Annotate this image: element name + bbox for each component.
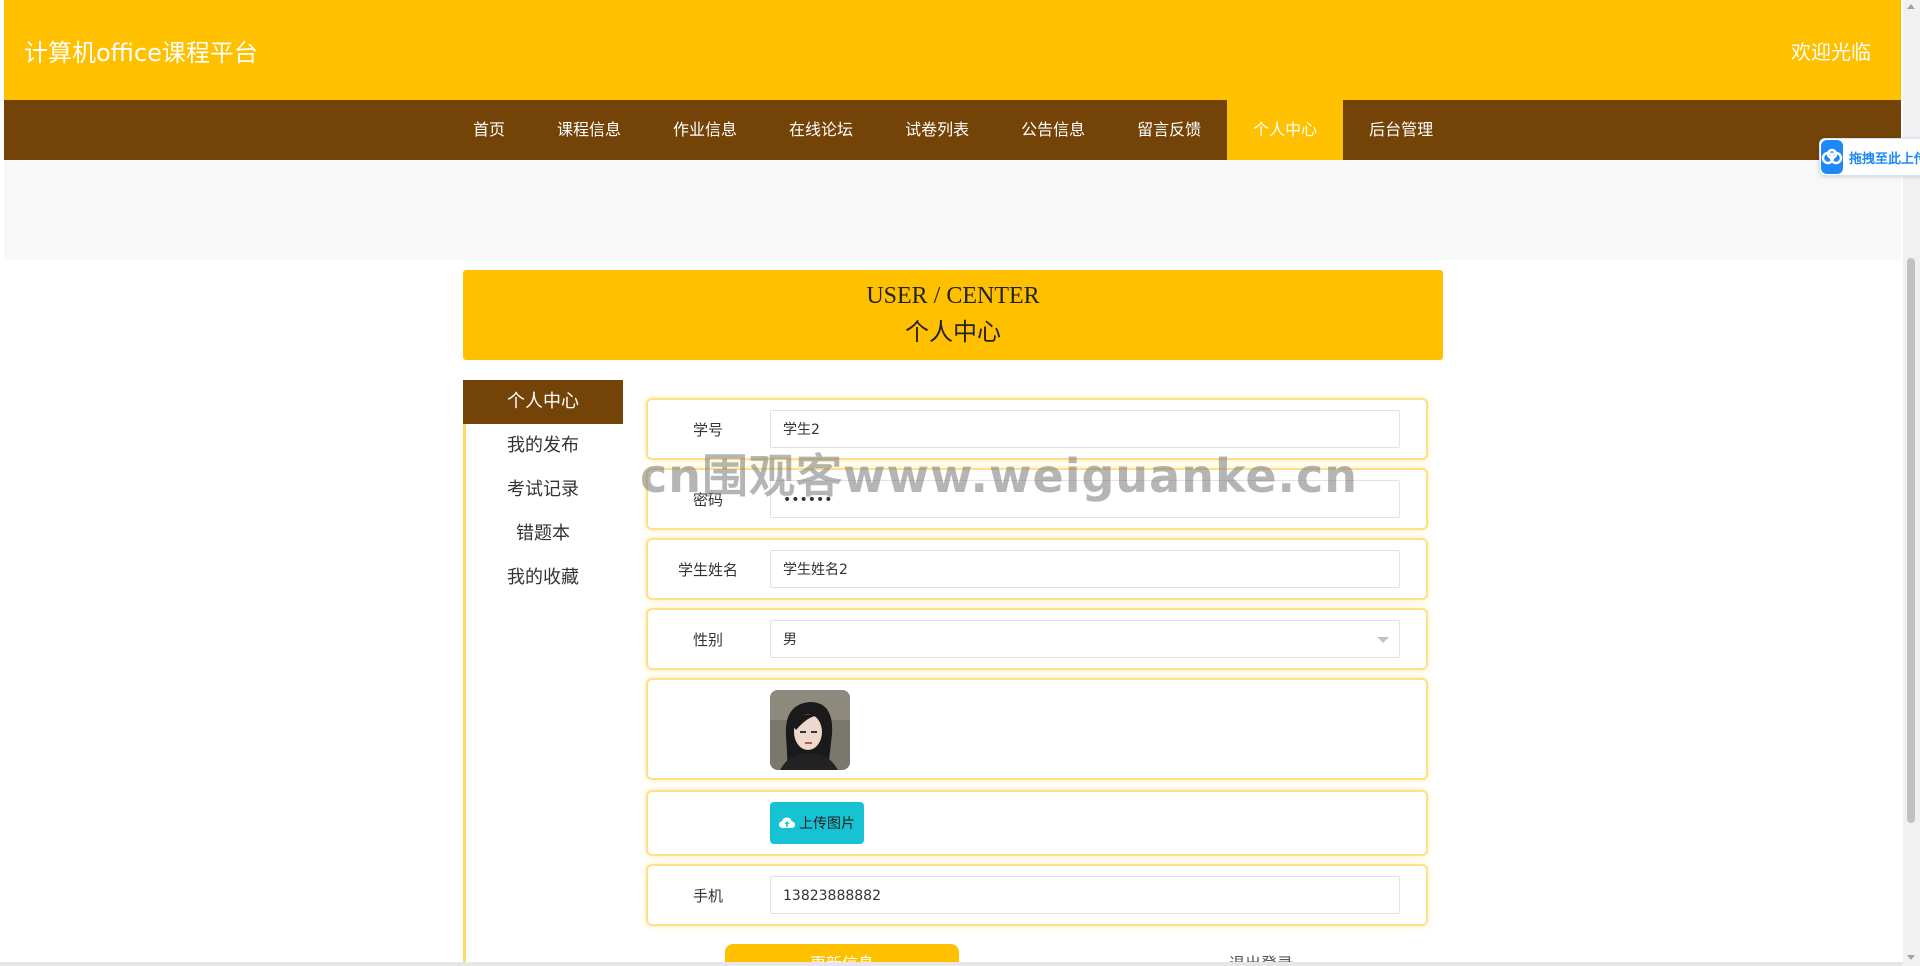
- cloud-upload-icon: [779, 817, 795, 828]
- phone-value: 13823888882: [783, 888, 881, 904]
- avatar-photo-icon: [770, 690, 850, 770]
- logout-button[interactable]: 退出登录: [1144, 944, 1378, 962]
- form-row-phone: 手机 13823888882: [646, 864, 1428, 926]
- avatar[interactable]: [770, 690, 850, 770]
- scroll-down-arrow-icon[interactable]: [1907, 955, 1915, 960]
- nav-item-exams[interactable]: 试卷列表: [879, 100, 995, 160]
- sidebar-item-my-posts[interactable]: 我的发布: [463, 424, 623, 468]
- update-info-button[interactable]: 更新信息: [725, 944, 959, 962]
- gender-select[interactable]: 男: [770, 620, 1400, 658]
- nav-item-admin[interactable]: 后台管理: [1343, 100, 1459, 160]
- drag-upload-label: 拖拽至此上传: [1849, 151, 1920, 167]
- scroll-up-arrow-icon[interactable]: [1907, 4, 1915, 9]
- upload-button-label: 上传图片: [799, 816, 855, 832]
- watermark-text: cn围观客www.weiguanke.cn: [640, 449, 1359, 503]
- gender-label: 性别: [692, 631, 723, 649]
- chevron-down-icon: [1377, 637, 1389, 643]
- cloud-drive-icon: [1821, 140, 1843, 174]
- phone-input[interactable]: 13823888882: [770, 876, 1400, 914]
- nav-item-home[interactable]: 首页: [447, 100, 531, 160]
- form-row-avatar: [646, 678, 1428, 780]
- sidebar-menu: 个人中心 我的发布 考试记录 错题本 我的收藏: [463, 380, 623, 600]
- banner-spacer: [4, 160, 1901, 260]
- form-row-upload: 上传图片: [646, 790, 1428, 856]
- sidebar-item-wrong-questions[interactable]: 错题本: [463, 512, 623, 556]
- scrollbar-thumb[interactable]: [1907, 258, 1915, 823]
- form-row-student-name: 学生姓名 学生姓名2: [646, 538, 1428, 600]
- page: 计算机office课程平台 欢迎光临 首页 课程信息 作业信息 在线论坛 试卷列…: [4, 0, 1901, 962]
- nav-item-announcements[interactable]: 公告信息: [995, 100, 1111, 160]
- sidebar-item-exam-records[interactable]: 考试记录: [463, 468, 623, 512]
- welcome-text: 欢迎光临: [1791, 40, 1871, 64]
- gender-value: 男: [783, 632, 797, 648]
- nav-item-homework[interactable]: 作业信息: [647, 100, 763, 160]
- nav-item-forum[interactable]: 在线论坛: [763, 100, 879, 160]
- student-name-input[interactable]: 学生姓名2: [770, 550, 1400, 588]
- page-bottom-edge: [0, 962, 1903, 966]
- nav-item-feedback[interactable]: 留言反馈: [1111, 100, 1227, 160]
- user-center-banner: USER / CENTER 个人中心: [463, 270, 1443, 360]
- banner-title-en: USER / CENTER: [866, 283, 1040, 309]
- nav-item-courses[interactable]: 课程信息: [531, 100, 647, 160]
- top-header: 计算机office课程平台 欢迎光临: [4, 0, 1901, 100]
- banner-title-cn: 个人中心: [905, 320, 1001, 346]
- student-name-label: 学生姓名: [677, 561, 738, 579]
- drag-upload-widget[interactable]: 拖拽至此上传: [1819, 138, 1920, 176]
- student-no-label: 学号: [692, 421, 723, 439]
- phone-label: 手机: [692, 887, 723, 905]
- sidebar-item-user-center[interactable]: 个人中心: [463, 380, 623, 424]
- nav-item-user-center[interactable]: 个人中心: [1227, 100, 1344, 160]
- student-name-value: 学生姓名2: [783, 562, 848, 578]
- student-no-value: 学生2: [783, 422, 820, 438]
- site-title[interactable]: 计算机office课程平台: [24, 33, 258, 68]
- upload-image-button[interactable]: 上传图片: [770, 802, 864, 844]
- sidebar-item-favorites[interactable]: 我的收藏: [463, 556, 623, 600]
- form-row-gender: 性别 男: [646, 608, 1428, 670]
- main-nav: 首页 课程信息 作业信息 在线论坛 试卷列表 公告信息 留言反馈 个人中心 后台…: [4, 100, 1901, 160]
